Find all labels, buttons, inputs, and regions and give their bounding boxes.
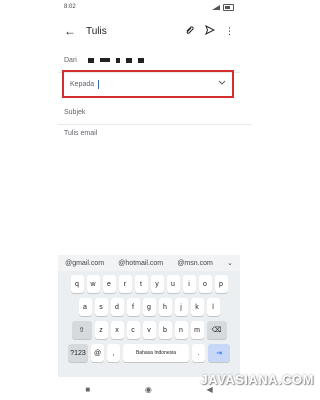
- symbols-key[interactable]: ?123: [68, 344, 88, 362]
- from-label: Dari: [64, 56, 77, 64]
- suggestion-gmail[interactable]: @gmail.com: [65, 260, 104, 267]
- key-at[interactable]: @: [91, 344, 104, 362]
- send-icon[interactable]: [205, 24, 216, 37]
- key-u[interactable]: u: [166, 275, 180, 293]
- enter-key[interactable]: ⇥: [208, 344, 230, 362]
- backspace-key[interactable]: ⌫: [206, 321, 227, 339]
- key-f[interactable]: f: [126, 298, 140, 316]
- key-g[interactable]: g: [142, 298, 156, 316]
- chevron-down-icon[interactable]: [218, 80, 226, 88]
- key-x[interactable]: x: [110, 321, 124, 339]
- key-h[interactable]: h: [158, 298, 172, 316]
- text-cursor: [98, 79, 100, 89]
- key-d[interactable]: d: [110, 298, 124, 316]
- watermark: JAVASIANA.COM: [200, 372, 314, 387]
- home-icon[interactable]: ◉: [145, 385, 152, 394]
- key-y[interactable]: y: [150, 275, 164, 293]
- subject-placeholder: Subjek: [64, 108, 86, 116]
- keyboard-row-1: q w e r t y u i o p: [60, 275, 238, 293]
- key-q[interactable]: q: [70, 275, 84, 293]
- paperclip-icon[interactable]: [185, 25, 195, 37]
- app-bar: ← Tulis ⋮: [58, 14, 240, 48]
- left-margin: [0, 0, 58, 400]
- key-b[interactable]: b: [158, 321, 172, 339]
- page-title: Tulis: [86, 25, 107, 37]
- arrow-left-icon[interactable]: ←: [64, 24, 76, 38]
- key-j[interactable]: j: [174, 298, 188, 316]
- keyboard-row-3: ⇧ z x c v b n m ⌫: [60, 321, 238, 339]
- keyboard-row-2: a s d f g h j k l: [60, 298, 238, 316]
- to-label: Kepada: [70, 80, 95, 88]
- on-screen-keyboard: q w e r t y u i o p a s d f g h j k l ⇧ …: [58, 271, 240, 377]
- chevron-down-icon[interactable]: ⌄: [227, 259, 233, 267]
- recent-apps-icon[interactable]: ■: [85, 385, 90, 394]
- key-a[interactable]: a: [78, 298, 92, 316]
- key-n[interactable]: n: [174, 321, 188, 339]
- shift-key[interactable]: ⇧: [71, 321, 92, 339]
- email-body-field[interactable]: Tulis email: [64, 130, 97, 137]
- key-k[interactable]: k: [190, 298, 204, 316]
- key-l[interactable]: l: [206, 298, 220, 316]
- key-r[interactable]: r: [118, 275, 132, 293]
- body-placeholder: Tulis email: [64, 130, 98, 137]
- space-key[interactable]: Bahasa Indonesia: [123, 344, 189, 362]
- signal-icon: [212, 4, 220, 10]
- key-s[interactable]: s: [94, 298, 108, 316]
- suggestion-msn[interactable]: @msn.com: [177, 260, 213, 267]
- keyboard-suggestion-bar: @gmail.com @hotmail.com @msn.com ⌄: [58, 255, 240, 271]
- key-w[interactable]: w: [86, 275, 100, 293]
- key-i[interactable]: i: [182, 275, 196, 293]
- key-comma[interactable]: ,: [107, 344, 120, 362]
- key-p[interactable]: p: [214, 275, 228, 293]
- keyboard-row-4: ?123 @ , Bahasa Indonesia . ⇥: [60, 344, 238, 362]
- key-t[interactable]: t: [134, 275, 148, 293]
- to-field[interactable]: Kepada: [62, 70, 234, 98]
- key-v[interactable]: v: [142, 321, 156, 339]
- more-vertical-icon[interactable]: ⋮: [225, 26, 234, 37]
- right-margin: [240, 0, 320, 400]
- redacted-email: [88, 57, 94, 63]
- status-time: 8:02: [64, 4, 76, 10]
- suggestion-hotmail[interactable]: @hotmail.com: [118, 260, 163, 267]
- key-c[interactable]: c: [126, 321, 140, 339]
- key-e[interactable]: e: [102, 275, 116, 293]
- key-period[interactable]: .: [192, 344, 205, 362]
- battery-icon: [223, 3, 234, 11]
- key-o[interactable]: o: [198, 275, 212, 293]
- status-bar: 8:02: [58, 0, 240, 14]
- key-m[interactable]: m: [190, 321, 204, 339]
- subject-field[interactable]: Subjek: [58, 100, 252, 125]
- key-z[interactable]: z: [94, 321, 108, 339]
